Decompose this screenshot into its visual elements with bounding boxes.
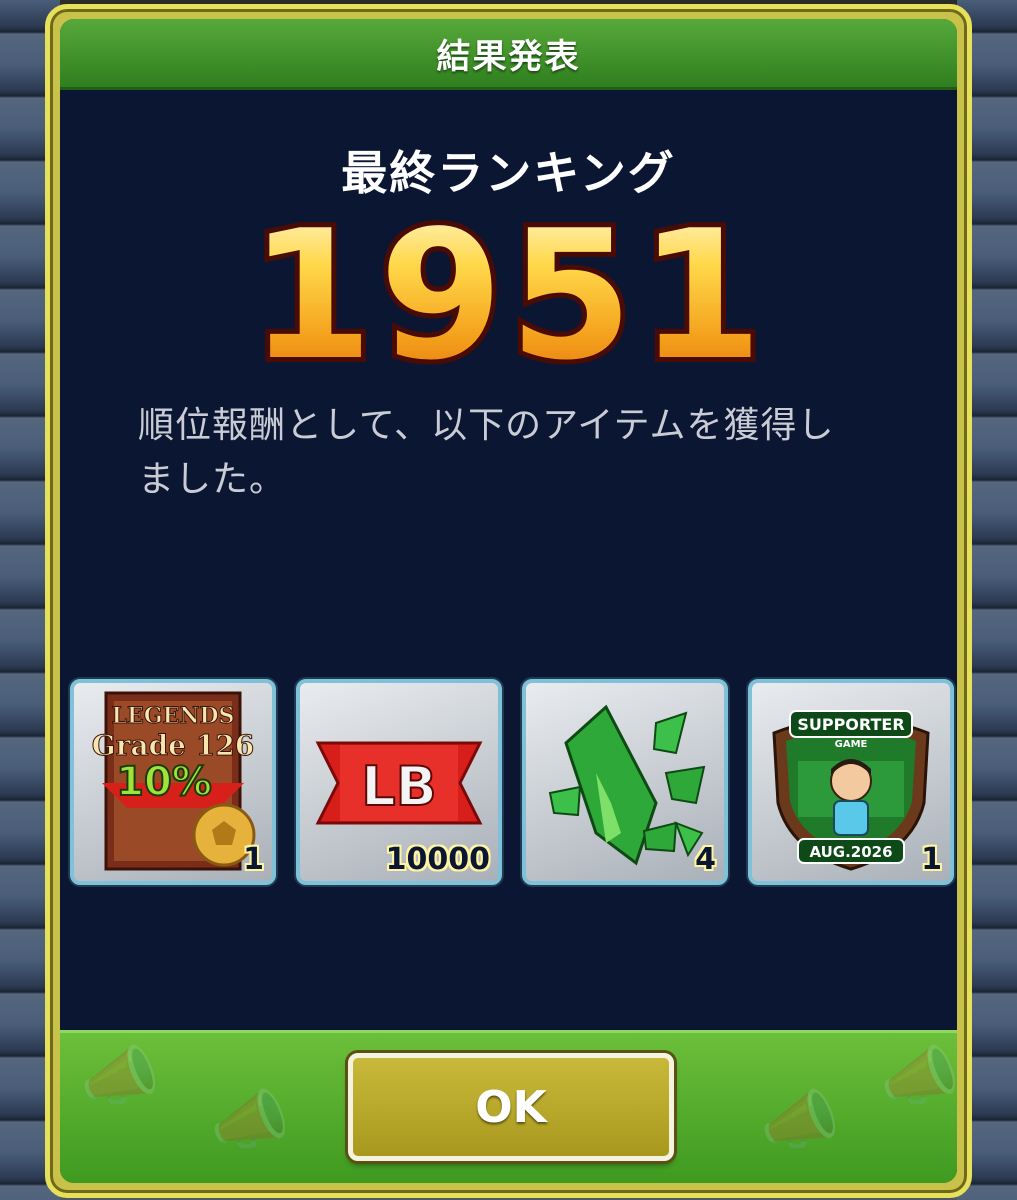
grade-text: Grade 126 xyxy=(92,729,254,762)
dialog-footer: 📣 📣 📣 📣 OK xyxy=(60,1030,957,1183)
ranking-value: 1951 xyxy=(60,199,957,389)
percent-text: 10% xyxy=(116,759,212,805)
dialog-body: 結果発表 最終ランキング 1951 順位報酬として、以下のアイテムを獲得し まし… xyxy=(60,19,957,1183)
megaphone-icon: 📣 xyxy=(210,1084,290,1158)
ranking-label: 最終ランキング xyxy=(341,146,676,200)
supporter-text: SUPPORTER xyxy=(797,715,904,734)
reward-count: 10000 xyxy=(385,842,490,877)
ok-button[interactable]: OK xyxy=(348,1053,674,1161)
reward-item-legends-ticket[interactable]: LEGENDS Grade 126 10% 1 xyxy=(70,679,276,885)
lb-text: LB xyxy=(361,755,437,818)
reward-count: 1 xyxy=(921,842,942,877)
reward-message-line2: ました。 xyxy=(138,459,287,500)
dialog-title-bar: 結果発表 xyxy=(60,19,957,90)
reward-list: LEGENDS Grade 126 10% 1 LB 10000 4 SUPPO… xyxy=(70,679,957,889)
megaphone-icon: 📣 xyxy=(80,1040,160,1114)
game-text: GAME xyxy=(835,739,868,750)
reward-count: 4 xyxy=(695,842,716,877)
result-dialog: 結果発表 最終ランキング 1951 順位報酬として、以下のアイテムを獲得し まし… xyxy=(45,4,972,1198)
megaphone-icon: 📣 xyxy=(880,1040,957,1114)
reward-item-supporter-badge[interactable]: SUPPORTER GAME AUG.2026 1 xyxy=(748,679,954,885)
megaphone-icon: 📣 xyxy=(760,1084,840,1158)
legends-text: LEGENDS xyxy=(112,703,235,729)
reward-message: 順位報酬として、以下のアイテムを獲得し ました。 xyxy=(138,399,897,507)
reward-item-green-crystals[interactable]: 4 xyxy=(522,679,728,885)
ok-button-label: OK xyxy=(475,1081,547,1133)
ranking-number: 1951 xyxy=(259,199,759,389)
date-text: AUG.2026 xyxy=(809,843,892,861)
reward-count: 1 xyxy=(243,842,264,877)
reward-item-lb[interactable]: LB 10000 xyxy=(296,679,502,885)
reward-message-line1: 順位報酬として、以下のアイテムを獲得し xyxy=(138,405,835,446)
dialog-title: 結果発表 xyxy=(436,36,581,77)
